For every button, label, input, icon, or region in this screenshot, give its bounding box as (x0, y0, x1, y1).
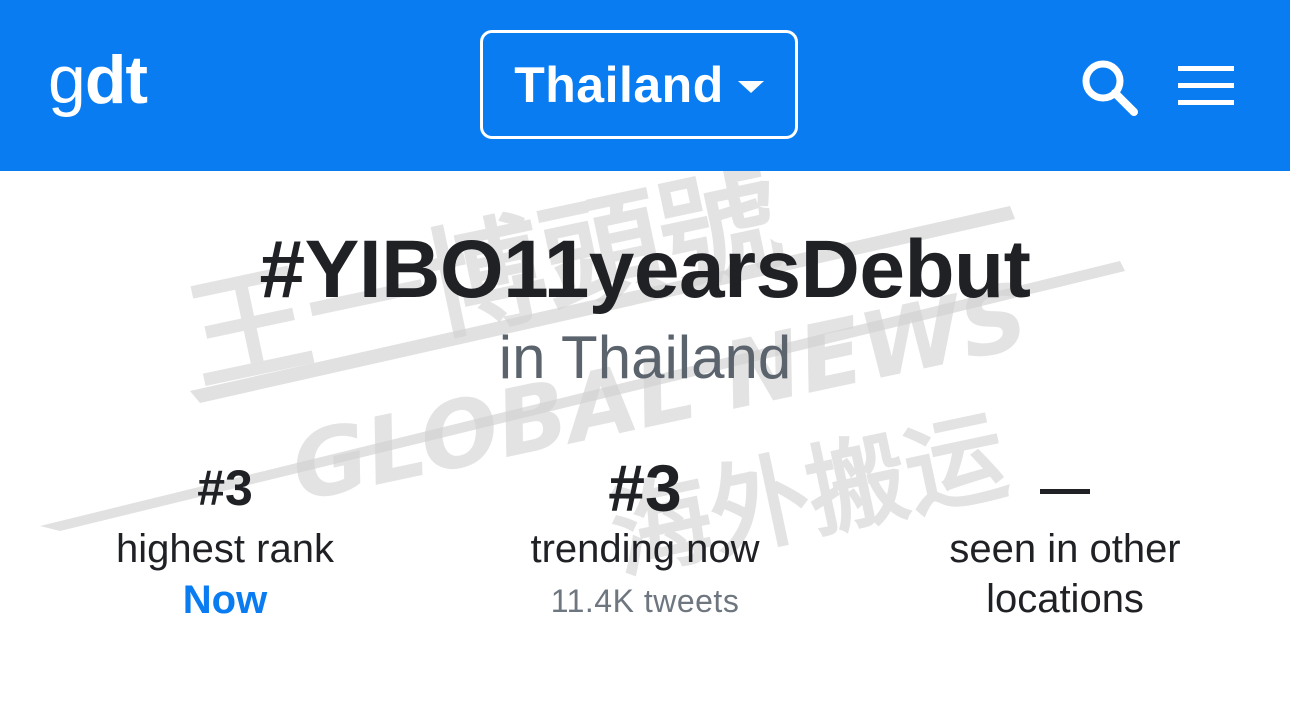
highest-rank-value: #3 (197, 460, 253, 516)
logo-text-bold: dt (84, 42, 148, 118)
logo-text-regular: g (48, 42, 86, 118)
highest-rank-time-link[interactable]: Now (60, 574, 390, 626)
country-dropdown[interactable]: Thailand (480, 30, 798, 139)
trend-location-subtitle: in Thailand (498, 324, 792, 391)
tweet-count: 11.4K tweets (550, 583, 740, 619)
trend-hashtag-title: #YIBO11yearsDebut (259, 224, 1031, 315)
trending-now-label: trending now (530, 527, 760, 571)
other-locations-label-line2: locations (986, 577, 1144, 621)
stat-highest-rank: #3 highest rank Now (60, 452, 390, 626)
page: 王一博頭號 GLOBAL NEWS 海外搬运 gdt Thailand #YIB… (0, 0, 1290, 724)
chevron-down-icon (737, 80, 764, 93)
menu-button[interactable] (1176, 64, 1236, 108)
other-locations-label-line1: seen in other (949, 527, 1181, 571)
highest-rank-label: highest rank (116, 527, 334, 571)
gdt-logo[interactable]: gdt (48, 40, 148, 120)
search-icon (1082, 60, 1138, 116)
trending-now-value: #3 (608, 451, 682, 525)
header-bar: gdt Thailand (0, 0, 1290, 171)
country-dropdown-label: Thailand (514, 56, 724, 113)
other-locations-value: — (1040, 460, 1090, 516)
hamburger-menu-icon (1178, 66, 1234, 105)
stat-other-locations: — seen in other locations (900, 452, 1230, 624)
search-button[interactable] (1078, 56, 1142, 120)
stat-trending-now: #3 trending now 11.4K tweets (480, 452, 810, 628)
